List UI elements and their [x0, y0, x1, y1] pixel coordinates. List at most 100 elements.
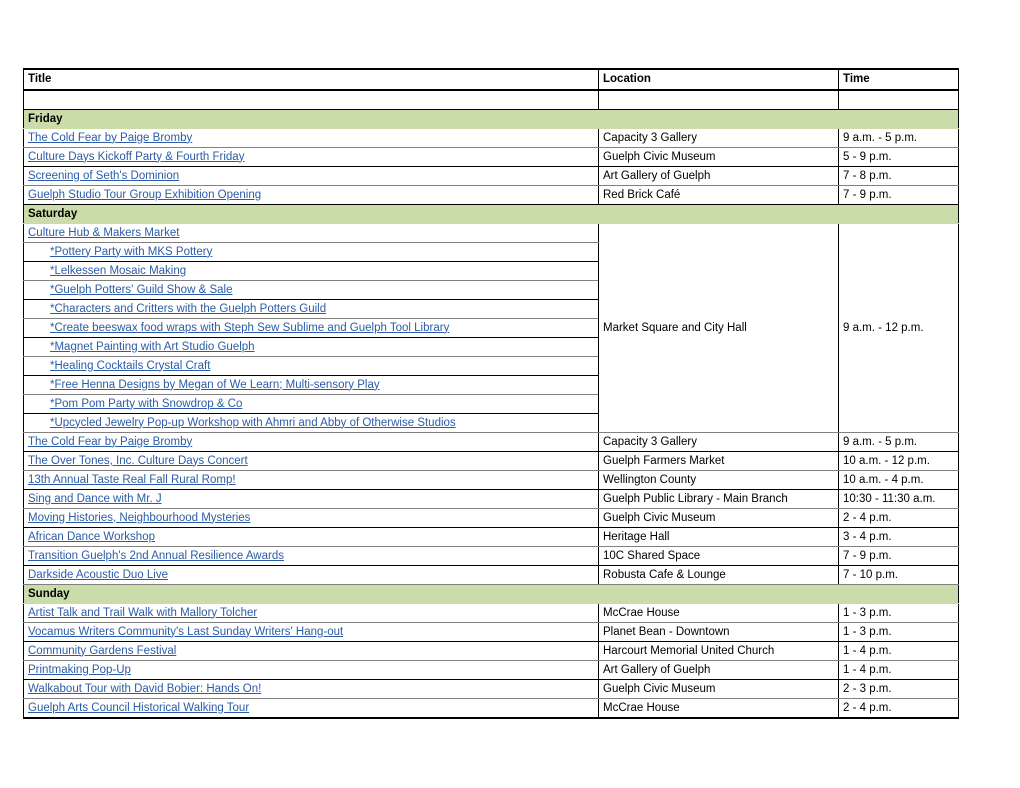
table-row: Darkside Acoustic Duo Live Robusta Cafe &…	[23, 565, 959, 585]
table-row: Culture Days Kickoff Party & Fourth Frid…	[23, 147, 959, 167]
event-title-link[interactable]: *Magnet Painting with Art Studio Guelph	[28, 341, 255, 353]
event-location-cell: Capacity 3 Gallery	[598, 432, 839, 452]
event-location-cell: McCrae House	[598, 603, 839, 623]
event-time-cell: 2 - 4 p.m.	[838, 508, 959, 528]
table-row: African Dance Workshop Heritage Hall 3 - 4…	[23, 527, 959, 547]
event-title-link[interactable]: *Free Henna Designs by Megan of We Learn…	[28, 379, 380, 391]
event-time-cell: 9 a.m. - 5 p.m.	[838, 432, 959, 452]
event-title-cell: Printmaking Pop-Up	[23, 660, 599, 680]
event-title-link[interactable]: *Lelkessen Mosaic Making	[28, 265, 186, 277]
event-title-cell: *Lelkessen Mosaic Making	[23, 261, 599, 281]
event-title-link[interactable]: Screening of Seth's Dominion	[28, 170, 179, 182]
event-time-cell: 10:30 - 11:30 a.m.	[838, 489, 959, 509]
event-title-cell: The Cold Fear by Paige Bromby	[23, 432, 599, 452]
event-title-link[interactable]: The Cold Fear by Paige Bromby	[28, 132, 192, 144]
table-row: Vocamus Writers Community's Last Sunday …	[23, 622, 959, 642]
event-title-cell: Guelph Arts Council Historical Walking T…	[23, 698, 599, 719]
event-location-cell: Red Brick Café	[598, 185, 839, 205]
event-title-cell: Guelph Studio Tour Group Exhibition Open…	[23, 185, 599, 205]
event-title-cell: *Characters and Critters with the Guelph…	[23, 299, 599, 319]
event-title-link[interactable]: 13th Annual Taste Real Fall Rural Romp!	[28, 474, 236, 486]
event-location-cell: Harcourt Memorial United Church	[598, 641, 839, 661]
column-header-time: Time	[838, 68, 959, 91]
event-time-cell: 1 - 4 p.m.	[838, 641, 959, 661]
event-title-link[interactable]: Community Gardens Festival	[28, 645, 176, 657]
event-title-link[interactable]: Darkside Acoustic Duo Live	[28, 569, 168, 581]
day-header-label: Saturday	[23, 204, 599, 224]
table-row: Guelph Arts Council Historical Walking T…	[23, 698, 959, 719]
event-title-link[interactable]: Vocamus Writers Community's Last Sunday …	[28, 626, 343, 638]
event-title-link[interactable]: Artist Talk and Trail Walk with Mallory …	[28, 607, 257, 619]
day-header-spacer-location	[598, 109, 839, 129]
table-row: Walkabout Tour with David Bobier: Hands …	[23, 679, 959, 699]
event-location-cell: Guelph Civic Museum	[598, 508, 839, 528]
event-title-cell: Darkside Acoustic Duo Live	[23, 565, 599, 585]
event-title-cell: *Magnet Painting with Art Studio Guelph	[23, 337, 599, 357]
event-title-cell: Community Gardens Festival	[23, 641, 599, 661]
event-title-cell: Moving Histories, Neighbourhood Mysterie…	[23, 508, 599, 528]
event-title-cell: *Healing Cocktails Crystal Craft	[23, 356, 599, 376]
event-title-link[interactable]: Printmaking Pop-Up	[28, 664, 131, 676]
event-title-link[interactable]: Culture Hub & Makers Market	[28, 227, 179, 239]
event-location-cell: Robusta Cafe & Lounge	[598, 565, 839, 585]
day-header-spacer-time	[838, 109, 959, 129]
events-schedule-table: Title Location Time Friday The Cold Fear by …	[23, 68, 959, 719]
event-title-link[interactable]: African Dance Workshop	[28, 531, 155, 543]
event-location-cell: Market Square and City Hall	[598, 223, 839, 433]
event-location-cell: Guelph Farmers Market	[598, 451, 839, 471]
event-title-cell: Vocamus Writers Community's Last Sunday …	[23, 622, 599, 642]
event-title-link[interactable]: *Characters and Critters with the Guelph…	[28, 303, 326, 315]
event-title-cell: Artist Talk and Trail Walk with Mallory …	[23, 603, 599, 623]
day-header-row: Friday	[23, 109, 959, 129]
event-title-link[interactable]: Guelph Studio Tour Group Exhibition Open…	[28, 189, 261, 201]
table-row: Community Gardens Festival Harcourt Memor…	[23, 641, 959, 661]
event-location-cell: Art Gallery of Guelph	[598, 660, 839, 680]
event-time-cell: 2 - 4 p.m.	[838, 698, 959, 719]
table-row: Screening of Seth's Dominion Art Gallery …	[23, 166, 959, 186]
event-title-link[interactable]: *Guelph Potters' Guild Show & Sale	[28, 284, 232, 296]
table-row: Sing and Dance with Mr. J Guelph Public L…	[23, 489, 959, 509]
event-time-cell: 7 - 9 p.m.	[838, 185, 959, 205]
event-location-cell: Art Gallery of Guelph	[598, 166, 839, 186]
event-title-link[interactable]: The Over Tones, Inc. Culture Days Concer…	[28, 455, 248, 467]
event-title-cell: Culture Hub & Makers Market	[23, 223, 599, 243]
event-title-link[interactable]: Moving Histories, Neighbourhood Mysterie…	[28, 512, 250, 524]
event-title-cell: *Free Henna Designs by Megan of We Learn…	[23, 375, 599, 395]
table-row: Printmaking Pop-Up Art Gallery of Guelph 1…	[23, 660, 959, 680]
table-row: Moving Histories, Neighbourhood Mysterie…	[23, 508, 959, 528]
event-location-cell: Guelph Civic Museum	[598, 147, 839, 167]
event-title-link[interactable]: *Pom Pom Party with Snowdrop & Co	[28, 398, 242, 410]
event-title-link[interactable]: Transition Guelph's 2nd Annual Resilienc…	[28, 550, 284, 562]
event-time-cell: 7 - 8 p.m.	[838, 166, 959, 186]
table-row: Transition Guelph's 2nd Annual Resilienc…	[23, 546, 959, 566]
event-location-cell: Wellington County	[598, 470, 839, 490]
event-time-cell: 2 - 3 p.m.	[838, 679, 959, 699]
event-time-cell: 10 a.m. - 4 p.m.	[838, 470, 959, 490]
blank-cell-title	[23, 89, 599, 110]
event-title-link[interactable]: Guelph Arts Council Historical Walking T…	[28, 702, 249, 714]
event-title-link[interactable]: *Pottery Party with MKS Pottery	[28, 246, 212, 258]
event-title-link[interactable]: *Healing Cocktails Crystal Craft	[28, 360, 210, 372]
table-row: The Cold Fear by Paige Bromby Capacity 3 …	[23, 432, 959, 452]
table-row: The Cold Fear by Paige Bromby Capacity 3 …	[23, 128, 959, 148]
event-title-link[interactable]: The Cold Fear by Paige Bromby	[28, 436, 192, 448]
event-title-link[interactable]: *Upcycled Jewelry Pop-up Workshop with A…	[28, 417, 456, 429]
event-time-cell: 1 - 3 p.m.	[838, 622, 959, 642]
event-time-cell: 9 a.m. - 5 p.m.	[838, 128, 959, 148]
event-time-cell: 7 - 10 p.m.	[838, 565, 959, 585]
event-title-cell: *Pom Pom Party with Snowdrop & Co	[23, 394, 599, 414]
table-row: 13th Annual Taste Real Fall Rural Romp! W…	[23, 470, 959, 490]
event-title-cell: *Guelph Potters' Guild Show & Sale	[23, 280, 599, 300]
table-row: Guelph Studio Tour Group Exhibition Open…	[23, 185, 959, 205]
event-location-cell: Heritage Hall	[598, 527, 839, 547]
event-title-link[interactable]: Walkabout Tour with David Bobier: Hands …	[28, 683, 261, 695]
day-header-label: Friday	[23, 109, 599, 129]
day-header-row: Sunday	[23, 584, 959, 604]
event-title-link[interactable]: *Create beeswax food wraps with Steph Se…	[28, 322, 449, 334]
event-title-cell: Walkabout Tour with David Bobier: Hands …	[23, 679, 599, 699]
event-title-link[interactable]: Sing and Dance with Mr. J	[28, 493, 162, 505]
event-title-cell: Screening of Seth's Dominion	[23, 166, 599, 186]
event-title-link[interactable]: Culture Days Kickoff Party & Fourth Frid…	[28, 151, 244, 163]
event-location-cell: Guelph Public Library - Main Branch	[598, 489, 839, 509]
day-header-spacer-location	[598, 584, 839, 604]
